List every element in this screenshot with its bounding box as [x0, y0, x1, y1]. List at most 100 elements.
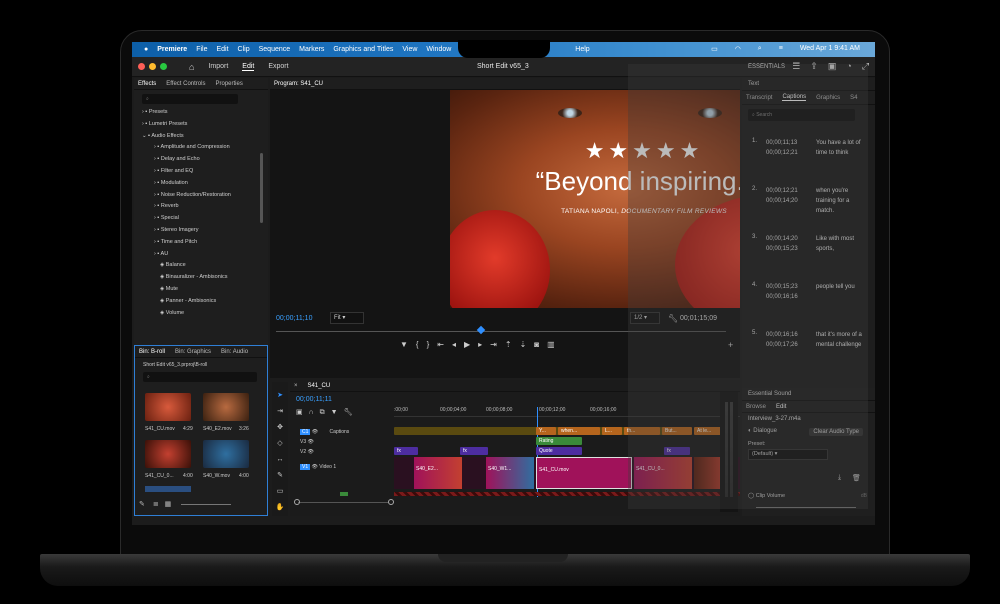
tab-graphics[interactable]: Graphics: [816, 95, 840, 101]
tab-bin-broll[interactable]: Bin: B-roll: [139, 349, 165, 355]
clip-thumbnail[interactable]: [203, 440, 249, 468]
tab-s4[interactable]: S4: [850, 95, 857, 101]
graphic-clip-quote[interactable]: Quote: [536, 447, 582, 455]
captions-search-input[interactable]: ⌕ Search: [748, 109, 855, 121]
tab-effect-controls[interactable]: Effect Controls: [166, 81, 205, 87]
eye-icon[interactable]: 👁︎: [312, 464, 318, 470]
caption-clip[interactable]: when...: [558, 427, 600, 435]
snap-icon[interactable]: ∩: [309, 409, 320, 416]
clip-thumbnail[interactable]: [203, 393, 249, 421]
effect-item[interactable]: ◈ Binauralizer - Ambisonics: [142, 272, 268, 284]
graphic-clip-rating[interactable]: Rating: [536, 437, 582, 445]
step-back-icon[interactable]: ◂: [452, 340, 464, 349]
sequence-tab[interactable]: S41_CU: [308, 383, 331, 389]
list-view-icon[interactable]: ≣: [153, 501, 159, 508]
nav-edit[interactable]: Edit: [242, 63, 255, 71]
clip-thumbnail[interactable]: [145, 393, 191, 421]
chevron-right-icon[interactable]: › ▪: [154, 239, 161, 245]
pen-tool-icon[interactable]: ✎: [272, 468, 288, 484]
fit-dropdown[interactable]: Fit ▾: [330, 312, 364, 324]
effect-item[interactable]: › ▪ Delay and Echo: [142, 154, 268, 166]
tab-captions[interactable]: Captions: [782, 94, 807, 101]
mark-in-icon[interactable]: {: [416, 340, 427, 349]
quick-export-icon[interactable]: ▣: [828, 61, 837, 72]
comparison-icon[interactable]: ▥: [547, 340, 563, 349]
effect-item[interactable]: › ▪ Filter and EQ: [142, 166, 268, 178]
home-icon[interactable]: ⌂: [189, 62, 194, 72]
chevron-right-icon[interactable]: › ▪: [154, 180, 161, 186]
caption-row[interactable]: 1. 00;00;11;13 00;00;12;21 You have a lot o…: [742, 138, 870, 178]
resolution-dropdown[interactable]: 1/2 ▾: [630, 312, 660, 324]
tab-transcript[interactable]: Transcript: [746, 95, 772, 101]
clip-volume-toggle[interactable]: ◯: [748, 493, 754, 499]
caption-text[interactable]: Like with most sports,: [816, 234, 866, 254]
track-v3-label[interactable]: V3: [300, 439, 306, 445]
scroll-handle-right[interactable]: [388, 499, 394, 505]
menu-markers[interactable]: Markers: [299, 46, 324, 53]
menu-view[interactable]: View: [402, 46, 417, 53]
clock[interactable]: Wed Apr 1 9:41 AM: [800, 45, 860, 53]
caption-row[interactable]: 5. 00;00;16;16 00;00;17;26 that it's more o…: [742, 330, 870, 370]
slip-tool-icon[interactable]: ↔: [272, 452, 288, 468]
playhead-marker[interactable]: [476, 325, 486, 335]
clip-volume-slider[interactable]: [756, 507, 856, 508]
caption-text[interactable]: You have a lot of time to think: [816, 138, 866, 158]
timeline-zoom-scroll[interactable]: [298, 502, 388, 503]
fx-clip[interactable]: fx: [394, 447, 418, 455]
caption-text[interactable]: when you're training for a match.: [816, 186, 866, 216]
ripple-edit-tool-icon[interactable]: ✥: [272, 420, 288, 436]
minimize-window-button[interactable]: [149, 63, 156, 70]
effect-item[interactable]: › ▪ Noise Reduction/Restoration: [142, 190, 268, 202]
chevron-right-icon[interactable]: › ▪: [154, 156, 161, 162]
tab-bin-graphics[interactable]: Bin: Graphics: [175, 349, 211, 355]
extract-icon[interactable]: ⇣: [520, 340, 535, 349]
clear-audio-type-button[interactable]: Clear Audio Type: [809, 428, 863, 436]
tab-browse[interactable]: Browse: [746, 404, 766, 410]
icon-view-icon[interactable]: ▦: [165, 501, 172, 508]
eye-icon[interactable]: 👁︎: [308, 449, 314, 455]
workspace-essentials[interactable]: ESSENTIALS: [748, 64, 785, 70]
video-clip[interactable]: S40_E2...: [414, 457, 462, 489]
play-button[interactable]: ▶: [464, 340, 478, 349]
effect-item[interactable]: ◈ Volume: [142, 308, 268, 320]
tab-edit-sound[interactable]: Edit: [776, 404, 786, 410]
eye-icon[interactable]: 👁︎: [312, 429, 318, 435]
delete-preset-icon[interactable]: 🗑︎: [852, 474, 861, 482]
preset-dropdown[interactable]: (Default) ▾: [748, 449, 828, 460]
caption-text[interactable]: that it's more of a mental challenge: [816, 330, 866, 350]
video-clip[interactable]: S41_CU_0...: [634, 457, 692, 489]
search-icon[interactable]: ⌕: [758, 45, 762, 53]
chevron-right-icon[interactable]: › ▪: [154, 215, 161, 221]
effect-item[interactable]: ◈ Panner - Ambisonics: [142, 296, 268, 308]
effect-item[interactable]: › ▪ Lumetri Presets: [142, 119, 268, 131]
track-c1-label[interactable]: C1: [300, 429, 311, 435]
selection-tool-icon[interactable]: ➤: [272, 388, 288, 404]
menu-window[interactable]: Window: [426, 46, 451, 53]
eye-icon[interactable]: 👁︎: [308, 439, 314, 445]
razor-tool-icon[interactable]: ◇: [272, 436, 288, 452]
effect-item[interactable]: › ▪ Stereo Imagery: [142, 225, 268, 237]
control-center-icon[interactable]: ≡: [779, 45, 783, 53]
chevron-right-icon[interactable]: › ▪: [142, 121, 149, 127]
caption-clip[interactable]: But...: [662, 427, 692, 435]
share-icon[interactable]: ⇪: [810, 61, 818, 72]
track-v2-label[interactable]: V2: [300, 449, 306, 455]
effect-item[interactable]: › ▪ Amplitude and Compression: [142, 142, 268, 154]
chevron-right-icon[interactable]: › ▪: [154, 203, 161, 209]
audio-clip-mini[interactable]: [340, 492, 348, 496]
step-forward-icon[interactable]: ▸: [478, 340, 490, 349]
export-frame-icon[interactable]: ◙: [534, 340, 547, 349]
timeline-close-icon[interactable]: ×: [294, 383, 298, 389]
workspaces-icon[interactable]: ☰: [792, 61, 800, 72]
close-window-button[interactable]: [138, 63, 145, 70]
add-button-icon[interactable]: +: [728, 340, 733, 350]
effect-item[interactable]: › ▪ AU: [142, 249, 268, 261]
tab-bin-audio[interactable]: Bin: Audio: [221, 349, 248, 355]
menu-graphics[interactable]: Graphics and Titles: [333, 46, 393, 53]
track-select-tool-icon[interactable]: ⇥: [272, 404, 288, 420]
caption-clip[interactable]: Y...: [536, 427, 556, 435]
program-timecode[interactable]: 00;00;11;10: [276, 315, 312, 322]
clip-thumbnail[interactable]: [145, 440, 191, 468]
pencil-icon[interactable]: ✎: [139, 501, 145, 508]
chevron-right-icon[interactable]: › ▪: [154, 168, 161, 174]
